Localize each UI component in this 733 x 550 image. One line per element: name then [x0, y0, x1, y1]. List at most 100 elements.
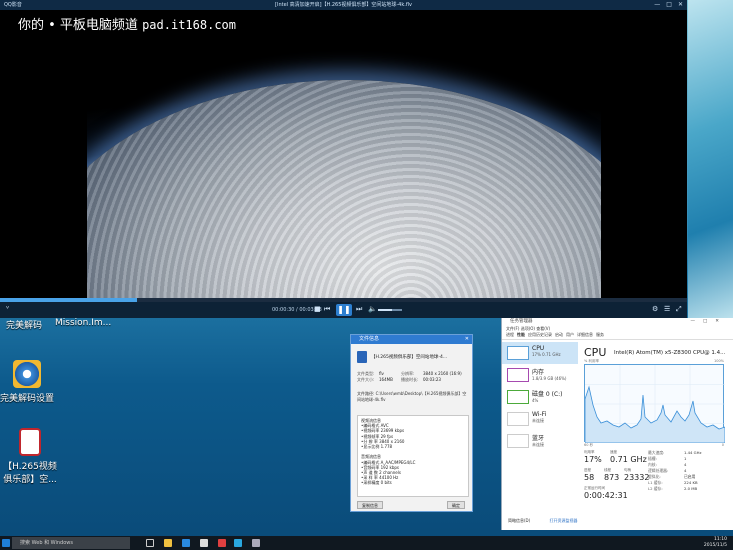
- stat-uptime: 正常运行时间 0:00:42:31: [584, 486, 628, 500]
- tm-title: 任务管理器: [510, 319, 533, 324]
- start-icon[interactable]: [2, 539, 10, 547]
- tm-tab[interactable]: 详细信息: [577, 332, 593, 337]
- task-view-icon[interactable]: [146, 539, 154, 547]
- qq-player-icon[interactable]: [234, 539, 242, 547]
- tm-footer: 简略信息(D) 打开资源监视器: [508, 518, 577, 524]
- volume-icon[interactable]: 🔈: [368, 305, 377, 313]
- field-file-size: 文件大小: 164MB: [357, 377, 393, 382]
- graph-zero: 0: [721, 443, 724, 447]
- prev-icon[interactable]: ⏮: [324, 305, 330, 314]
- tm-sidebar-item[interactable]: 内存 1.8/3.9 GB (46%): [502, 364, 578, 386]
- mini-graph-icon: [507, 434, 529, 448]
- dialog-title: 文件信息: [359, 336, 380, 342]
- cpu-graph-svg: [584, 365, 726, 444]
- earth-image: [87, 80, 601, 298]
- stream-info-line: •采样精度 0 bits: [361, 480, 392, 486]
- desktop-wallpaper-wave: [688, 0, 733, 320]
- tm-sidebar-name: 磁盘 0 (C:): [532, 391, 563, 398]
- tm-sidebar-item[interactable]: CPU 17% 0.71 GHz: [502, 342, 578, 364]
- player-title: [Intel 高清加速开启]【H.265视频俱乐部】空间站地球-4k.flv: [275, 2, 412, 8]
- resource-monitor-link[interactable]: 打开资源监视器: [549, 518, 577, 523]
- tm-tab[interactable]: 服务: [596, 332, 604, 337]
- dialog-titlebar[interactable]: 文件信息 ✕: [351, 335, 472, 344]
- tm-sidebar-name: Wi-Fi: [532, 411, 547, 418]
- desktop-icon-wmp-settings[interactable]: 完美解码设置: [0, 360, 54, 404]
- tm-sidebar-value: 未连接: [532, 442, 544, 447]
- desktop-icon-label: 完美解码设置: [0, 394, 55, 404]
- stat-threads: 线程 873: [604, 468, 620, 482]
- mini-graph-icon: [507, 412, 529, 426]
- player-window-buttons: — □ ✕: [654, 0, 683, 10]
- flv-file-icon: [19, 428, 41, 456]
- tm-tab[interactable]: 应用历史记录: [528, 332, 552, 337]
- dialog-file-path: 文件路径: C:\Users\wmb\Desktop\【H.265视频俱乐部】空…: [357, 391, 467, 402]
- pinned-app-icon[interactable]: [218, 539, 226, 547]
- tm-sidebar-item[interactable]: Wi-Fi 未连接: [502, 408, 578, 430]
- stat-speed: 速度 0.71 GHz: [610, 450, 647, 464]
- tm-tabs: 进程 性能 应用历史记录 启动 用户 详细信息 服务: [502, 332, 733, 340]
- task-manager-icon[interactable]: [252, 539, 260, 547]
- tm-sidebar-item[interactable]: 磁盘 0 (C:) 4%: [502, 386, 578, 408]
- watermark-text: 你的 • 平板电脑频道: [18, 18, 138, 33]
- close-icon[interactable]: ✕: [465, 335, 469, 344]
- next-icon[interactable]: ⏭: [356, 305, 362, 314]
- cpu-usage-graph: [584, 364, 726, 444]
- player-titlebar[interactable]: QQ影音 [Intel 高清加速开启]【H.265视频俱乐部】空间站地球-4k.…: [0, 0, 687, 10]
- tm-sidebar-value: 17% 0.71 GHz: [532, 352, 561, 357]
- video-frame[interactable]: [87, 40, 601, 298]
- watermark: 你的 • 平板电脑频道 pad.it168.com: [18, 14, 236, 33]
- mini-graph-icon: [507, 390, 529, 404]
- minimize-icon[interactable]: —: [654, 0, 660, 10]
- mini-graph-icon: [507, 368, 529, 382]
- close-icon[interactable]: ✕: [678, 0, 683, 10]
- tm-window-buttons[interactable]: —□✕: [690, 318, 727, 326]
- tm-tab[interactable]: 进程: [506, 332, 514, 337]
- tm-sidebar-value: 1.8/3.9 GB (46%): [532, 376, 567, 381]
- tm-titlebar[interactable]: 任务管理器 —□✕: [502, 318, 733, 326]
- ok-button[interactable]: 确定: [447, 501, 465, 509]
- tm-sidebar: CPU 17% 0.71 GHz 内存 1.8/3.9 GB (46%) 磁盘 0 (C…: [502, 342, 578, 452]
- edge-icon[interactable]: [182, 539, 190, 547]
- stream-info-list[interactable]: 视频流信息 •编码格式 AVC •视频码率 23699 kbps •视频帧率 29 f…: [357, 415, 469, 497]
- tm-tab[interactable]: 用户: [566, 332, 574, 337]
- pause-button[interactable]: ❚❚: [336, 304, 352, 316]
- tm-tab[interactable]: 性能: [517, 332, 525, 337]
- desktop-icon-label: 【H.265视频: [3, 462, 57, 472]
- copy-info-button[interactable]: 复制信息: [357, 501, 383, 509]
- taskbar-clock[interactable]: 11:10 2015/11/5: [704, 537, 727, 549]
- dialog-file-name: 【H.265视频俱乐部】空间站地球-4...: [371, 355, 448, 360]
- volume-slider[interactable]: [378, 309, 402, 311]
- tm-sidebar-value: 4%: [532, 398, 539, 403]
- tm-sidebar-name: 内存: [532, 369, 545, 376]
- graph-time: 60 秒: [584, 443, 594, 447]
- graph-max: 100%: [713, 359, 724, 363]
- tm-sidebar-item[interactable]: 蓝牙 未连接: [502, 430, 578, 452]
- stat-handles: 句柄 23332: [624, 468, 650, 482]
- cpu-spec-row: L2 缓存: 2.0 MB: [648, 486, 698, 491]
- video-file-icon: [357, 351, 367, 363]
- tm-sidebar-name: CPU: [532, 345, 545, 352]
- settings-gear-icon: [13, 360, 41, 388]
- taskbar: 搜索 Web 和 Windows 11:10 2015/11/5: [0, 536, 733, 550]
- taskbar-search[interactable]: 搜索 Web 和 Windows: [12, 537, 130, 549]
- store-icon[interactable]: [200, 539, 208, 547]
- desktop-icon-mission[interactable]: Mission.Im...: [55, 318, 111, 328]
- maximize-icon[interactable]: □: [666, 0, 672, 10]
- desktop-icon-wmp[interactable]: 完美解码: [6, 318, 42, 331]
- fullscreen-icon[interactable]: ⤢: [676, 305, 682, 314]
- desktop-icon-flv-file[interactable]: 【H.265视频 俱乐部】空...: [2, 428, 58, 485]
- settings-icon[interactable]: ⚙: [652, 305, 658, 313]
- tm-sidebar-name: 蓝牙: [532, 435, 545, 442]
- field-duration: 播放时长: 00:03:23: [401, 377, 441, 382]
- player-controls: ⱽ 00:00:30 / 00:03:23 ■ ⏮ ❚❚ ⏭ 🔈 ⚙ ☰ ⤢: [0, 302, 687, 318]
- tm-tab[interactable]: 启动: [555, 332, 563, 337]
- playlist-icon[interactable]: ☰: [664, 305, 670, 313]
- video-player-window: QQ影音 [Intel 高清加速开启]【H.265视频俱乐部】空间站地球-4k.…: [0, 0, 687, 318]
- file-explorer-icon[interactable]: [164, 539, 172, 547]
- tm-sidebar-value: 未连接: [532, 418, 544, 423]
- tm-cpu-panel: CPU Intel(R) Atom(TM) x5-Z8300 CPU@ 1.4.…: [584, 346, 730, 500]
- stat-processes: 进程 58: [584, 468, 595, 482]
- brief-info-toggle[interactable]: 简略信息(D): [508, 518, 530, 523]
- player-logo-icon[interactable]: ⱽ: [6, 305, 9, 313]
- stop-icon[interactable]: ■: [314, 305, 321, 313]
